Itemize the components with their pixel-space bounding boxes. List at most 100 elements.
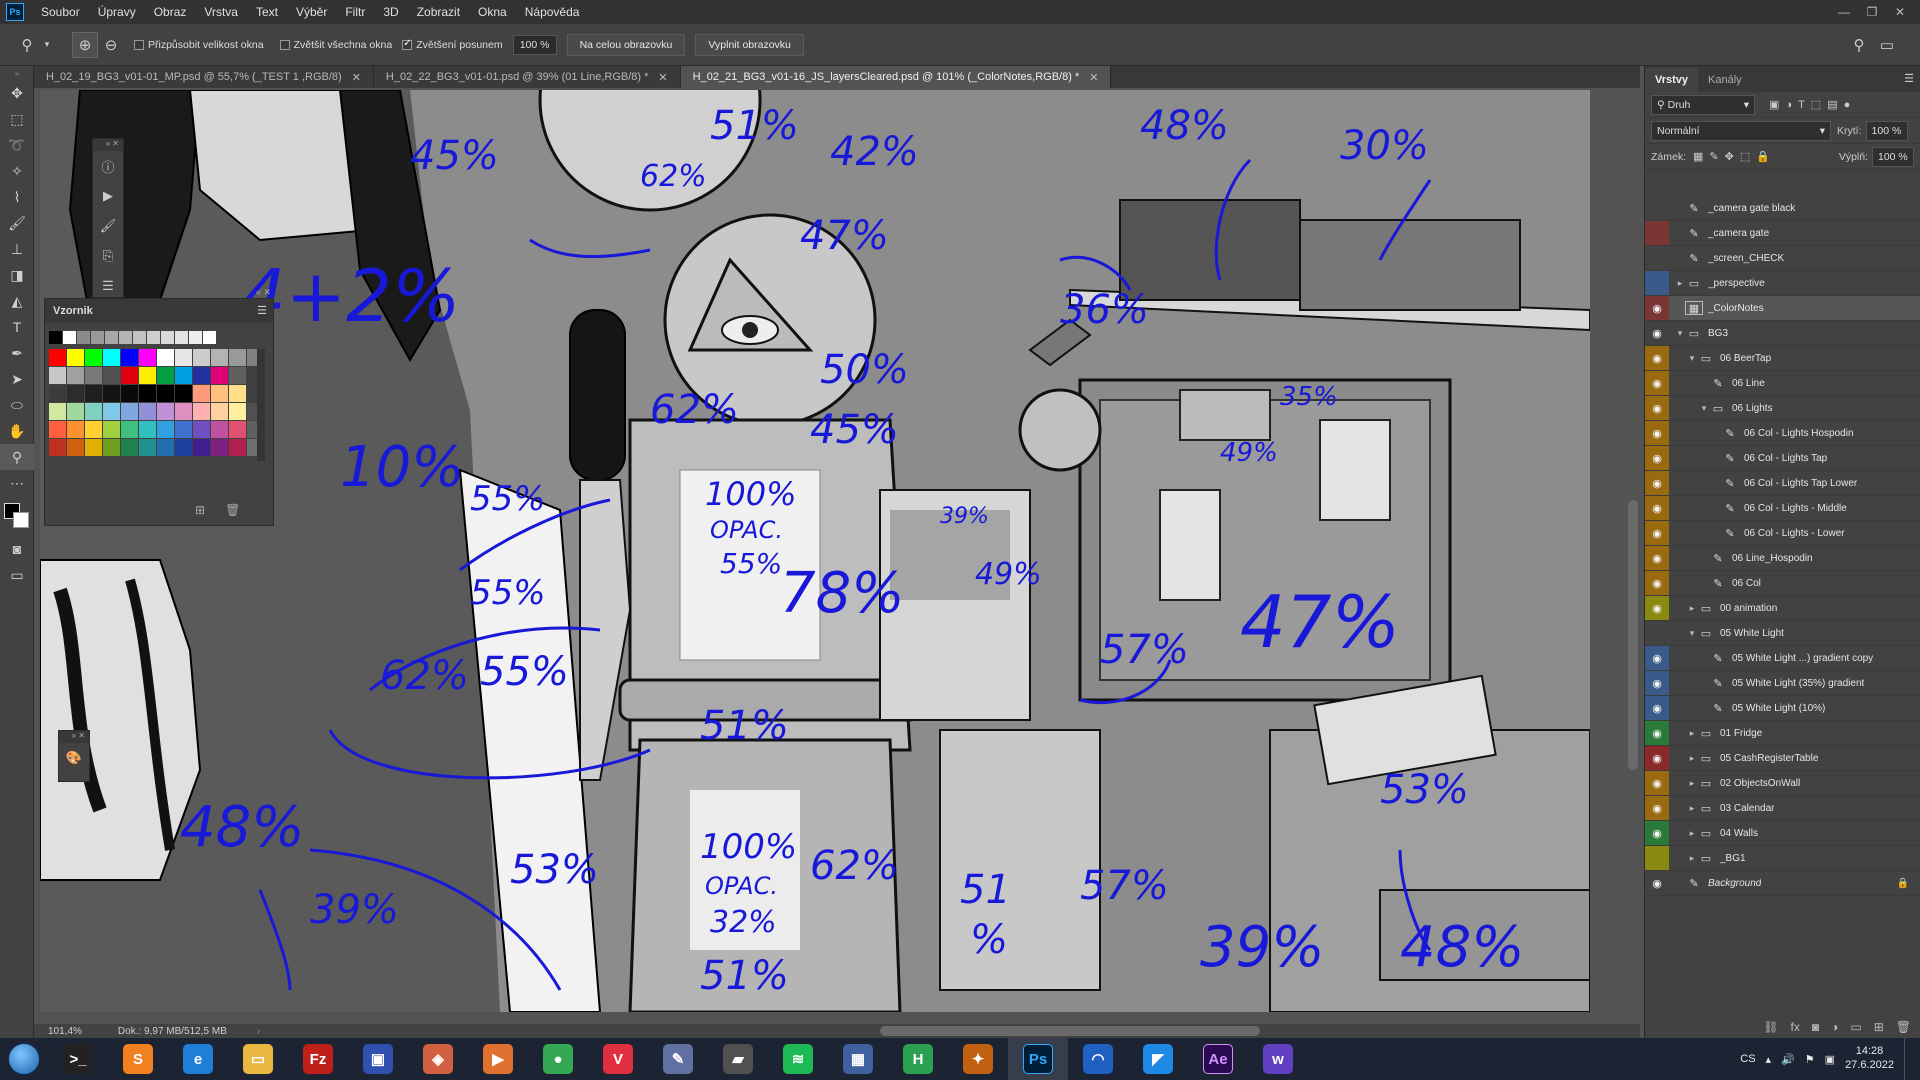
- color-swatch[interactable]: [157, 421, 174, 438]
- brush-tool-icon[interactable]: 🖌: [0, 210, 34, 236]
- color-swatch[interactable]: [49, 367, 66, 384]
- color-swatch[interactable]: [103, 439, 120, 456]
- zoom-all-checkbox[interactable]: Zvětšit všechna okna: [279, 39, 392, 51]
- color-swatch[interactable]: [211, 349, 228, 366]
- checkbox-box[interactable]: [402, 38, 413, 50]
- taskbar-app-chrome[interactable]: ●: [528, 1038, 588, 1080]
- color-swatch[interactable]: [193, 385, 210, 402]
- visibility-eye-icon[interactable]: ◉: [1645, 821, 1669, 845]
- magic-wand-icon[interactable]: ✧: [0, 158, 34, 184]
- visibility-eye-icon[interactable]: ◉: [1645, 646, 1669, 670]
- lock-pixels-icon[interactable]: ▦: [1693, 150, 1703, 163]
- checkbox-box[interactable]: [279, 39, 290, 50]
- color-swatch[interactable]: [147, 331, 160, 344]
- layer-row[interactable]: ◉ ✎ Background 🔒: [1645, 871, 1920, 896]
- color-swatch[interactable]: [211, 367, 228, 384]
- color-swatch[interactable]: [49, 403, 66, 420]
- zoom-in-icon[interactable]: ⊕: [72, 31, 98, 58]
- adjustment-filter-icon[interactable]: ◑: [1785, 99, 1792, 111]
- layer-row[interactable]: ◉ ✎ 05 White Light ...) gradient copy: [1645, 646, 1920, 671]
- color-swatches-icon[interactable]: [0, 496, 34, 536]
- minimize-icon[interactable]: —: [1830, 0, 1858, 24]
- menu-edit[interactable]: Úpravy: [89, 0, 145, 24]
- layer-row[interactable]: ◉ ✎ 06 Line_Hospodin: [1645, 546, 1920, 571]
- volume-icon[interactable]: 🔊: [1781, 1053, 1795, 1066]
- color-swatch[interactable]: [121, 439, 138, 456]
- color-swatch[interactable]: [193, 367, 210, 384]
- color-swatch[interactable]: [103, 421, 120, 438]
- expand-chevron-icon[interactable]: ▸: [1687, 753, 1697, 764]
- fill-screen-button[interactable]: Vyplnit obrazovku: [695, 33, 804, 56]
- pixel-filter-icon[interactable]: ▣: [1769, 98, 1779, 111]
- zoom-out-icon[interactable]: ⊖: [98, 32, 124, 58]
- layer-row[interactable]: ◉ ▾ ▭ 06 Lights: [1645, 396, 1920, 421]
- color-swatch[interactable]: [103, 403, 120, 420]
- visibility-eye-icon[interactable]: ◉: [1645, 771, 1669, 795]
- close-icon[interactable]: ✕: [1089, 71, 1098, 84]
- close-icon[interactable]: ✕: [658, 71, 667, 84]
- color-swatch[interactable]: [139, 367, 156, 384]
- document-canvas[interactable]: 45% 51% 62% 42% 48% 30% 47% 36% 4+2% 62%…: [40, 90, 1590, 1012]
- layer-row[interactable]: ◉ ▸▭ _perspective: [1645, 271, 1920, 296]
- fit-windows-checkbox[interactable]: Přizpůsobit velikost okna: [134, 39, 264, 51]
- show-desktop-button[interactable]: [1904, 1038, 1912, 1080]
- color-swatch[interactable]: [49, 349, 66, 366]
- color-swatch[interactable]: [85, 421, 102, 438]
- color-swatch[interactable]: [203, 331, 216, 344]
- taskbar-app-viewer[interactable]: ◈: [408, 1038, 468, 1080]
- visibility-eye-icon[interactable]: ◉: [1645, 196, 1669, 220]
- layer-row[interactable]: ◉ ✎ 06 Col - Lights - Middle: [1645, 496, 1920, 521]
- layer-row[interactable]: ◉ ▸ ▭ 00 animation: [1645, 596, 1920, 621]
- color-swatch[interactable]: [67, 439, 84, 456]
- menu-3d[interactable]: 3D: [374, 0, 407, 24]
- color-swatch[interactable]: [119, 331, 132, 344]
- zoom-value-field[interactable]: 100 %: [512, 34, 557, 55]
- adjustment-layer-icon[interactable]: ◑: [1831, 1020, 1838, 1034]
- pen-tool-icon[interactable]: ✒: [0, 340, 34, 366]
- visibility-eye-icon[interactable]: ◉: [1645, 371, 1669, 395]
- color-swatch[interactable]: [175, 403, 192, 420]
- visibility-eye-icon[interactable]: ◉: [1645, 296, 1669, 320]
- language-indicator[interactable]: CS: [1740, 1053, 1755, 1065]
- layer-row[interactable]: ◉ ✎ 05 White Light (10%): [1645, 696, 1920, 721]
- fit-screen-button[interactable]: Na celou obrazovku: [566, 33, 686, 56]
- visibility-eye-icon[interactable]: ◉: [1645, 496, 1669, 520]
- color-swatch[interactable]: [211, 403, 228, 420]
- expand-chevron-icon[interactable]: ▸: [1687, 603, 1697, 614]
- status-arrow-icon[interactable]: ›: [257, 1026, 260, 1037]
- visibility-eye-icon[interactable]: ◉: [1645, 221, 1669, 245]
- layer-row[interactable]: ◉ ▸ ▭ 02 ObjectsOnWall: [1645, 771, 1920, 796]
- layer-row[interactable]: ◉ ✎ 06 Col - Lights Tap: [1645, 446, 1920, 471]
- visibility-eye-icon[interactable]: ◉: [1645, 596, 1669, 620]
- zoom-level[interactable]: 101,4%: [48, 1026, 82, 1037]
- layer-row[interactable]: ◉ ✎ 06 Col - Lights - Lower: [1645, 521, 1920, 546]
- taskbar-app-after-effects[interactable]: Ae: [1188, 1038, 1248, 1080]
- color-swatch[interactable]: [85, 403, 102, 420]
- taskbar-app-filezilla[interactable]: Fz: [288, 1038, 348, 1080]
- visibility-eye-icon[interactable]: ◉: [1645, 521, 1669, 545]
- color-swatch[interactable]: [157, 367, 174, 384]
- horizontal-scrollbar[interactable]: [880, 1026, 1260, 1036]
- quick-mask-icon[interactable]: ◙: [0, 536, 34, 562]
- layer-row[interactable]: ◉ ▦ _ColorNotes: [1645, 296, 1920, 321]
- lock-image-icon[interactable]: ✎: [1709, 150, 1718, 163]
- color-swatch[interactable]: [193, 439, 210, 456]
- color-swatch[interactable]: [175, 421, 192, 438]
- shape-filter-icon[interactable]: ⬚: [1811, 98, 1821, 111]
- tab-channels[interactable]: Kanály: [1698, 68, 1752, 92]
- color-swatch[interactable]: [67, 421, 84, 438]
- link-layers-icon[interactable]: ⛓: [1763, 1020, 1778, 1034]
- color-swatch[interactable]: [229, 439, 246, 456]
- collapse-chevron-icon[interactable]: ▾: [1699, 403, 1709, 414]
- adjustments-icon[interactable]: ☰: [93, 271, 123, 301]
- new-layer-icon[interactable]: ⊞: [1874, 1020, 1884, 1034]
- info-icon[interactable]: ⓘ: [93, 151, 123, 181]
- lock-artboard-icon[interactable]: ⬚: [1740, 150, 1750, 163]
- color-swatch[interactable]: [49, 439, 66, 456]
- panel-menu-icon[interactable]: ☰: [1904, 72, 1914, 85]
- visibility-eye-icon[interactable]: ◉: [1645, 671, 1669, 695]
- type-tool-icon[interactable]: T: [0, 314, 34, 340]
- expand-chevron-icon[interactable]: ▸: [1687, 803, 1697, 814]
- filter-toggle-icon[interactable]: ●: [1844, 99, 1851, 111]
- color-swatch[interactable]: [67, 367, 84, 384]
